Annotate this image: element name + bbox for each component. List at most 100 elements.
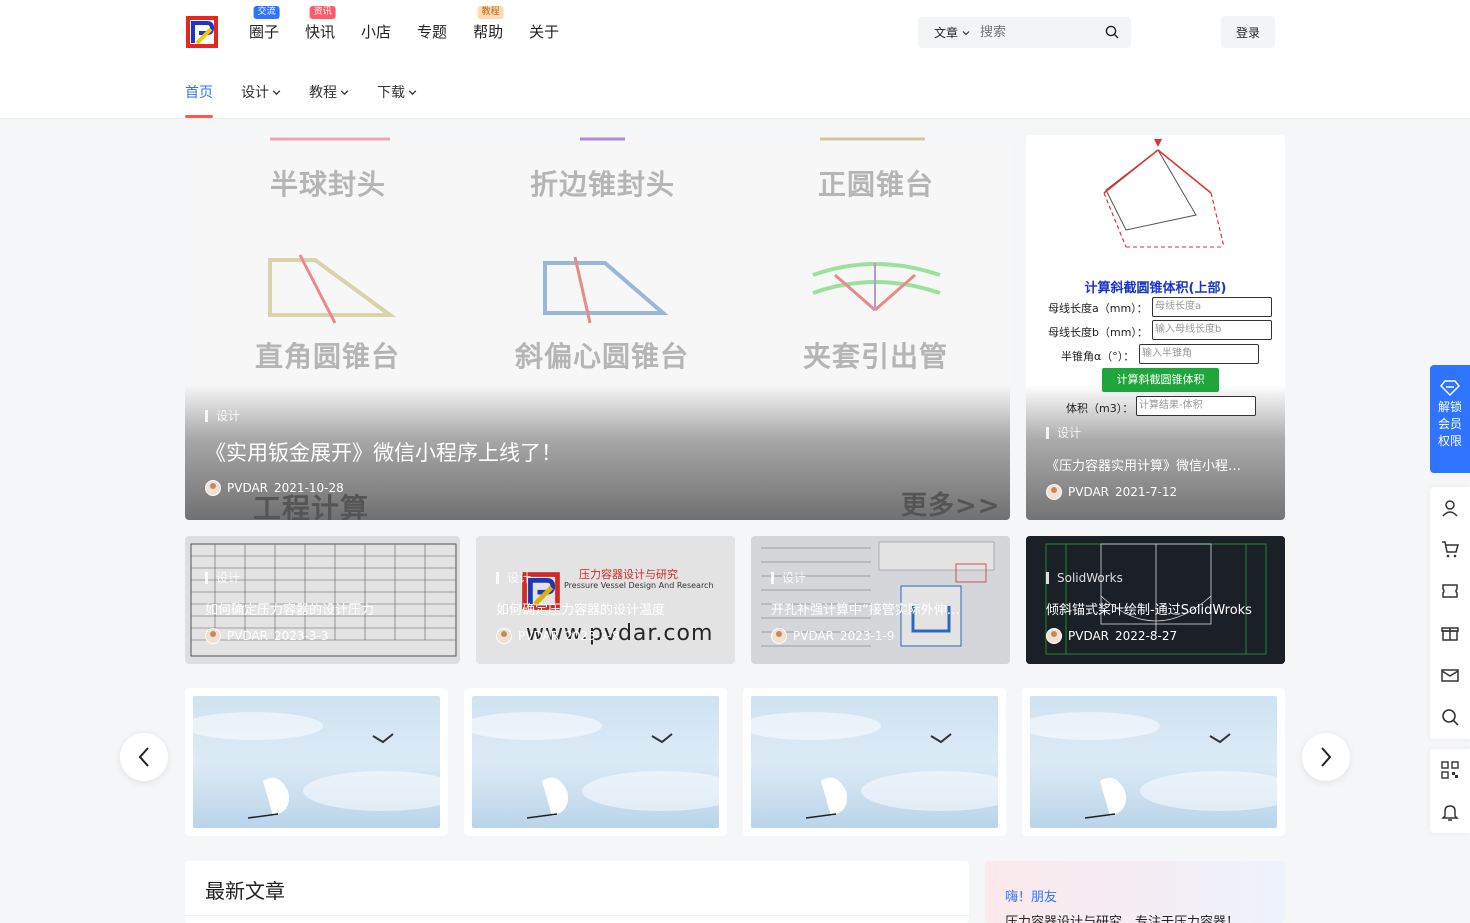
crane-sky-image <box>1030 696 1277 828</box>
carousel-slide[interactable] <box>185 688 448 836</box>
shape-label: 折边锥封头 <box>530 168 676 201</box>
message-icon[interactable] <box>1440 665 1460 685</box>
chevron-down-icon <box>408 89 417 95</box>
post-card[interactable]: SolidWorks 倾斜锚式桨叶绘制-通过SolidWroks PVDAR 2… <box>1026 536 1285 664</box>
nav-label: 关于 <box>529 23 560 41</box>
carousel-next-button[interactable] <box>1302 733 1350 781</box>
ticket-icon[interactable] <box>1440 581 1460 601</box>
post-date: 2023-3-3 <box>274 629 329 643</box>
shape-label: 直角圆锥台 <box>255 340 401 373</box>
post-category[interactable]: 设计 <box>771 572 806 584</box>
post-author[interactable]: PVDAR <box>1068 629 1109 643</box>
calc-label-a: 母线长度a（mm）： <box>1048 302 1148 315</box>
nav-item-topics[interactable]: 专题 <box>417 22 447 42</box>
avatar[interactable] <box>205 480 221 496</box>
post-card[interactable]: 设计 如何确定压力容器的设计压力 PVDAR 2023-3-3 <box>185 536 460 664</box>
post-category[interactable]: 设计 <box>1046 427 1081 439</box>
post-card[interactable]: 压力容器设计与研究 Pressure Vessel Design And Res… <box>476 536 735 664</box>
post-author[interactable]: PVDAR <box>227 481 268 495</box>
carousel-prev-button[interactable] <box>120 733 168 781</box>
category-navigation: 首页 设计 教程 下载 <box>185 82 445 118</box>
avatar[interactable] <box>496 628 512 644</box>
post-category[interactable]: 设计 <box>205 410 240 422</box>
bell-icon[interactable] <box>1440 802 1460 822</box>
calc-input-a[interactable]: 母线长度a <box>1152 297 1272 317</box>
search-type-label: 文章 <box>934 26 959 40</box>
calc-output-volume[interactable]: 计算结果-体积 <box>1136 396 1256 416</box>
post-meta: PVDAR 2023-3-3 <box>205 628 329 644</box>
calc-label-b: 母线长度b（mm）： <box>1048 326 1148 339</box>
search-input[interactable] <box>980 25 1090 40</box>
vip-label: 会员 <box>1437 417 1462 431</box>
chevron-down-icon <box>962 30 970 35</box>
post-category[interactable]: 设计 <box>205 572 240 584</box>
subnav-label: 下载 <box>377 85 405 101</box>
carousel-slide[interactable] <box>743 688 1006 836</box>
cart-icon[interactable] <box>1440 539 1460 559</box>
unlock-vip-button[interactable]: 解锁 会员 权限 <box>1430 365 1470 473</box>
subnav-tutorial[interactable]: 教程 <box>309 82 349 102</box>
post-title[interactable]: 倾斜锚式桨叶绘制-通过SolidWroks <box>1046 599 1276 618</box>
avatar[interactable] <box>205 628 221 644</box>
crane-sky-image <box>193 696 440 828</box>
hero-main-post[interactable]: 半球封头 折边锥封头 正圆锥台 直角圆锥台 斜偏心圆锥台 夹套引出管 工程计算 … <box>185 135 1010 520</box>
subnav-home[interactable]: 首页 <box>185 82 213 118</box>
post-category[interactable]: 设计 <box>496 572 531 584</box>
shape-label: 斜偏心圆锥台 <box>515 340 690 373</box>
search-icon[interactable] <box>1105 25 1119 39</box>
avatar[interactable] <box>1046 484 1062 500</box>
floating-toolbar-secondary <box>1430 749 1470 833</box>
nav-label: 专题 <box>417 23 448 41</box>
avatar[interactable] <box>1046 628 1062 644</box>
login-button[interactable]: 登录 <box>1221 16 1275 48</box>
search-type-select[interactable]: 文章 <box>918 24 980 41</box>
post-title[interactable]: 《实用钣金展开》微信小程序上线了！ <box>205 437 562 467</box>
post-title[interactable]: 开孔补强计算中“接管实际外伸… <box>771 599 996 618</box>
diamond-icon <box>1440 380 1460 397</box>
post-date: 2023-3-8 <box>565 629 620 643</box>
floating-toolbar <box>1430 487 1470 739</box>
nav-item-circle[interactable]: 交流 圈子 <box>249 6 280 42</box>
nav-item-shop[interactable]: 小店 <box>361 22 391 42</box>
nav-item-help[interactable]: 教程 帮助 <box>473 6 504 42</box>
post-title[interactable]: 《压力容器实用计算》微信小程… <box>1046 455 1271 474</box>
nav-label: 小店 <box>361 23 392 41</box>
nav-item-news[interactable]: 资讯 快讯 <box>305 6 336 42</box>
nav-label: 快讯 <box>305 23 336 41</box>
post-meta: PVDAR 2021-7-12 <box>1046 484 1177 500</box>
search-icon[interactable] <box>1440 707 1460 727</box>
hero-side-post[interactable]: 计算斜截圆锥体积(上部) 母线长度a（mm）： 母线长度a 母线长度b（mm）：… <box>1026 135 1285 520</box>
nav-label: 帮助 <box>473 23 504 41</box>
carousel-slide[interactable] <box>1022 688 1285 836</box>
calc-input-b[interactable]: 输入母线长度b <box>1152 320 1272 340</box>
calc-label-angle: 半锥角α（°）： <box>1061 350 1135 363</box>
post-author[interactable]: PVDAR <box>793 629 834 643</box>
chevron-left-icon <box>138 747 149 767</box>
post-card[interactable]: 设计 开孔补强计算中“接管实际外伸… PVDAR 2023-1-9 <box>751 536 1010 664</box>
post-author[interactable]: PVDAR <box>227 629 268 643</box>
post-title[interactable]: 如何确定压力容器的设计压力 <box>205 599 445 618</box>
post-date: 2022-8-27 <box>1115 629 1178 643</box>
carousel-slide[interactable] <box>464 688 727 836</box>
subnav-label: 设计 <box>241 85 269 101</box>
post-category[interactable]: SolidWorks <box>1046 572 1123 584</box>
vip-label: 权限 <box>1437 434 1462 448</box>
subnav-design[interactable]: 设计 <box>241 82 281 102</box>
gift-icon[interactable] <box>1440 623 1460 643</box>
subnav-download[interactable]: 下载 <box>377 82 417 102</box>
post-date: 2021-10-28 <box>274 481 344 495</box>
post-author[interactable]: PVDAR <box>518 629 559 643</box>
site-logo-icon[interactable] <box>185 15 219 49</box>
chevron-down-icon <box>340 89 349 95</box>
latest-articles-panel: 最新文章 <box>185 861 969 923</box>
chevron-down-icon <box>272 89 281 95</box>
calc-input-angle[interactable]: 输入半锥角 <box>1139 344 1259 364</box>
qrcode-icon[interactable] <box>1440 760 1460 780</box>
vip-label: 解锁 <box>1437 400 1462 414</box>
user-icon[interactable] <box>1440 498 1460 518</box>
nav-item-about[interactable]: 关于 <box>529 22 559 42</box>
post-title[interactable]: 如何确定压力容器的设计温度 <box>496 599 721 618</box>
post-author[interactable]: PVDAR <box>1068 485 1109 499</box>
nav-badge-circle: 交流 <box>253 6 280 19</box>
avatar[interactable] <box>771 628 787 644</box>
